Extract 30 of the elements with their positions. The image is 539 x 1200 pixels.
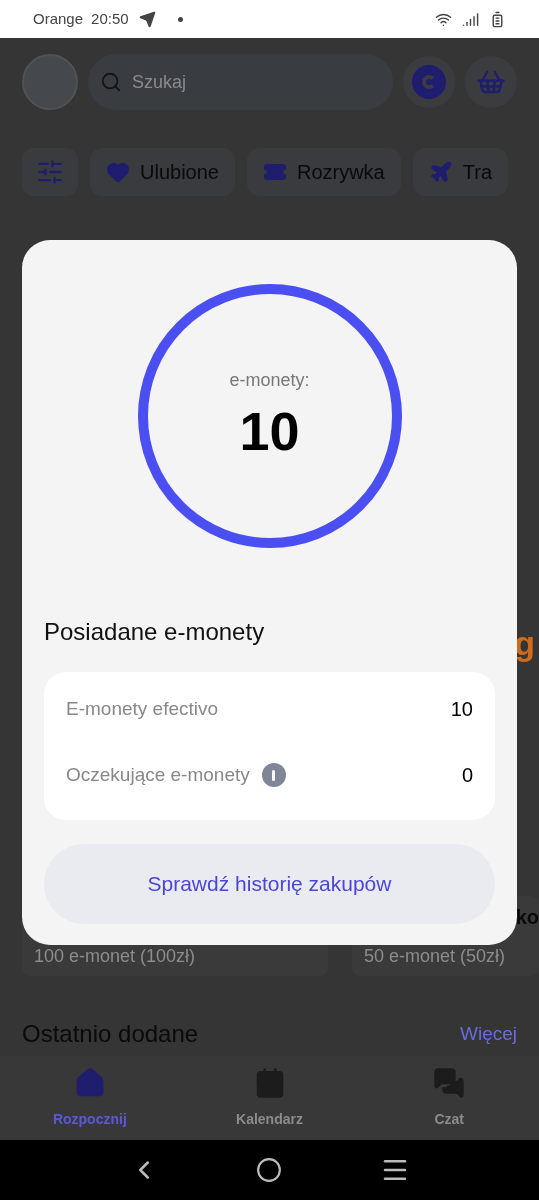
more-link[interactable]: Więcej: [460, 1019, 517, 1049]
nav-tab[interactable]: Rozpocznij: [0, 1056, 180, 1140]
offer-subtitle: 100 e-monet (100zł): [34, 945, 197, 968]
avatar[interactable]: [22, 54, 78, 110]
basket-button[interactable]: [465, 56, 517, 108]
chat-icon: [433, 1066, 466, 1099]
balance-row-label: Oczekujące e-monety: [66, 762, 250, 787]
balance-row-value: 10: [450, 697, 473, 722]
filter-icon: [36, 158, 64, 186]
clock: 20:50: [91, 8, 129, 29]
plane-icon: [428, 160, 453, 184]
purchase-history-button[interactable]: Sprawdź historię zakupów: [44, 844, 495, 924]
nav-tab[interactable]: Czat: [359, 1056, 539, 1140]
home-icon[interactable]: [256, 1157, 283, 1183]
filter-button[interactable]: [22, 148, 78, 196]
carrier-name: Orange: [33, 8, 84, 29]
search-icon: [100, 71, 122, 93]
coin-button[interactable]: [403, 56, 455, 108]
heart-icon: [106, 160, 130, 184]
promo-text: g: [514, 626, 535, 660]
coin-icon: [412, 65, 446, 99]
balance-row-value: 0: [461, 763, 473, 788]
search-field[interactable]: Szukaj: [88, 54, 393, 110]
balance-value: 10: [239, 399, 300, 463]
balance-row-label: E-monety efectivo: [66, 696, 219, 721]
offer-subtitle: 50 e-monet (50zł): [364, 945, 507, 968]
nav-tab[interactable]: Kalendarz: [179, 1056, 360, 1140]
dialog-section-title: Posiadane e-monety: [44, 617, 266, 647]
signal-icon: [462, 10, 479, 28]
balance-label: e-monety:: [229, 368, 310, 392]
